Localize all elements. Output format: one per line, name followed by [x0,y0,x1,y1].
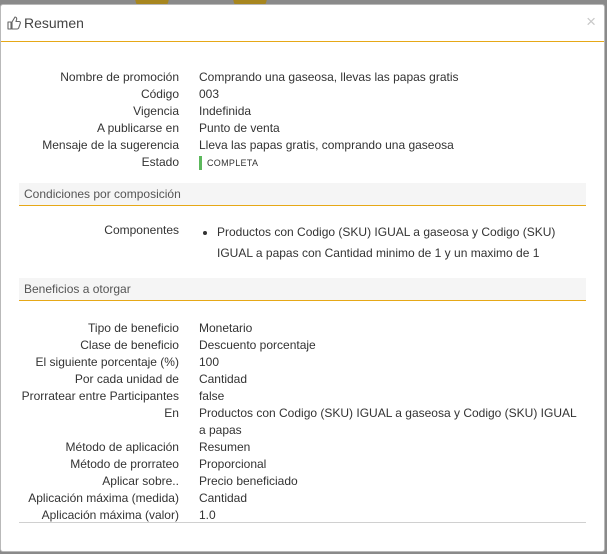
detail-row: A publicarse en Punto de venta [19,120,459,137]
detail-row: El siguiente porcentaje (%) 100 [19,354,586,371]
detail-label: Método de aplicación [65,440,179,454]
detail-label: El siguiente porcentaje (%) [35,355,179,369]
footer-divider [19,522,586,523]
detail-label: Aplicar sobre.. [102,474,179,488]
detail-value: Monetario [198,321,253,335]
detail-row: Vigencia Indefinida [19,103,459,120]
modal-header: Resumen × [1,5,604,42]
detail-label: Vigencia [133,104,179,118]
detail-row: Método de aplicación Resumen [19,439,586,456]
detail-row: Mensaje de la sugerencia Lleva las papas … [19,137,459,154]
detail-value: Productos con Codigo (SKU) IGUAL a gaseo… [198,406,577,437]
status-row: Estado COMPLETA [19,154,459,171]
detail-row: Aplicar sobre.. Precio beneficiado [19,473,586,490]
detail-row: Por cada unidad de Cantidad [19,371,586,388]
benefits-section-header: Beneficios a otorgar [19,278,586,301]
detail-label: Tipo de beneficio [88,321,179,335]
detail-row: Nombre de promoción Comprando una gaseosa… [19,69,459,86]
thumbs-up-icon [7,16,21,30]
detail-row: Clase de beneficio Descuento porcentaje [19,337,586,354]
detail-value: Resumen [198,440,251,454]
detail-label: Por cada unidad de [74,372,179,386]
modal-title-text: Resumen [24,15,84,31]
detail-value: Cantidad [198,491,248,505]
detail-label: A publicarse en [96,121,179,135]
component-item: Productos con Codigo (SKU) IGUAL a gaseo… [217,222,577,264]
status-value-cell: COMPLETA [199,154,459,171]
close-icon[interactable]: × [586,13,596,31]
status-badge: COMPLETA [199,156,258,170]
detail-label: Aplicación máxima (medida) [28,491,179,505]
detail-value: Cantidad [198,372,248,386]
detail-row: Prorratear entre Participantes false [19,388,586,405]
detail-value: 100 [198,355,219,369]
detail-row: Tipo de beneficio Monetario [19,320,586,337]
detail-value: Indefinida [199,104,252,118]
conditions-section-header: Condiciones por composición [19,183,586,206]
detail-label: Prorratear entre Participantes [21,389,179,403]
summary-modal: Resumen × Nombre de promoción Comprando u… [0,4,605,552]
detail-row: Código 003 [19,86,459,103]
benefits-table: Tipo de beneficio Monetario Clase de benef… [19,320,586,524]
detail-row: Método de prorrateo Proporcional [19,456,586,473]
detail-label: Método de prorrateo [70,457,179,471]
components-list: Productos con Codigo (SKU) IGUAL a gaseo… [199,222,577,264]
detail-label: Mensaje de la sugerencia [42,138,179,152]
components-label: Componentes [104,223,179,237]
detail-value: 003 [199,87,220,101]
detail-value: Comprando una gaseosa, llevas las papas … [199,70,459,84]
detail-value: Punto de venta [199,121,280,135]
detail-value: false [198,389,225,403]
detail-value: Proporcional [198,457,267,471]
modal-body: Nombre de promoción Comprando una gaseosa… [1,69,604,524]
components-value: Productos con Codigo (SKU) IGUAL a gaseo… [199,222,577,264]
general-info-table: Nombre de promoción Comprando una gaseosa… [19,69,459,171]
detail-value: Precio beneficiado [198,474,298,488]
detail-row: En Productos con Codigo (SKU) IGUAL a gas… [19,405,586,439]
detail-value: Lleva las papas gratis, comprando una ga… [199,138,454,152]
detail-row: Aplicación máxima (medida) Cantidad [19,490,586,507]
components-row: Componentes Productos con Codigo (SKU) I… [19,222,577,264]
detail-label: En [164,406,179,420]
status-label: Estado [141,155,179,169]
modal-title: Resumen [7,15,84,31]
detail-value: Descuento porcentaje [198,338,316,352]
detail-label: Nombre de promoción [60,70,179,84]
detail-label: Clase de beneficio [80,338,179,352]
detail-label: Código [140,87,179,101]
components-table: Componentes Productos con Codigo (SKU) I… [19,222,577,264]
